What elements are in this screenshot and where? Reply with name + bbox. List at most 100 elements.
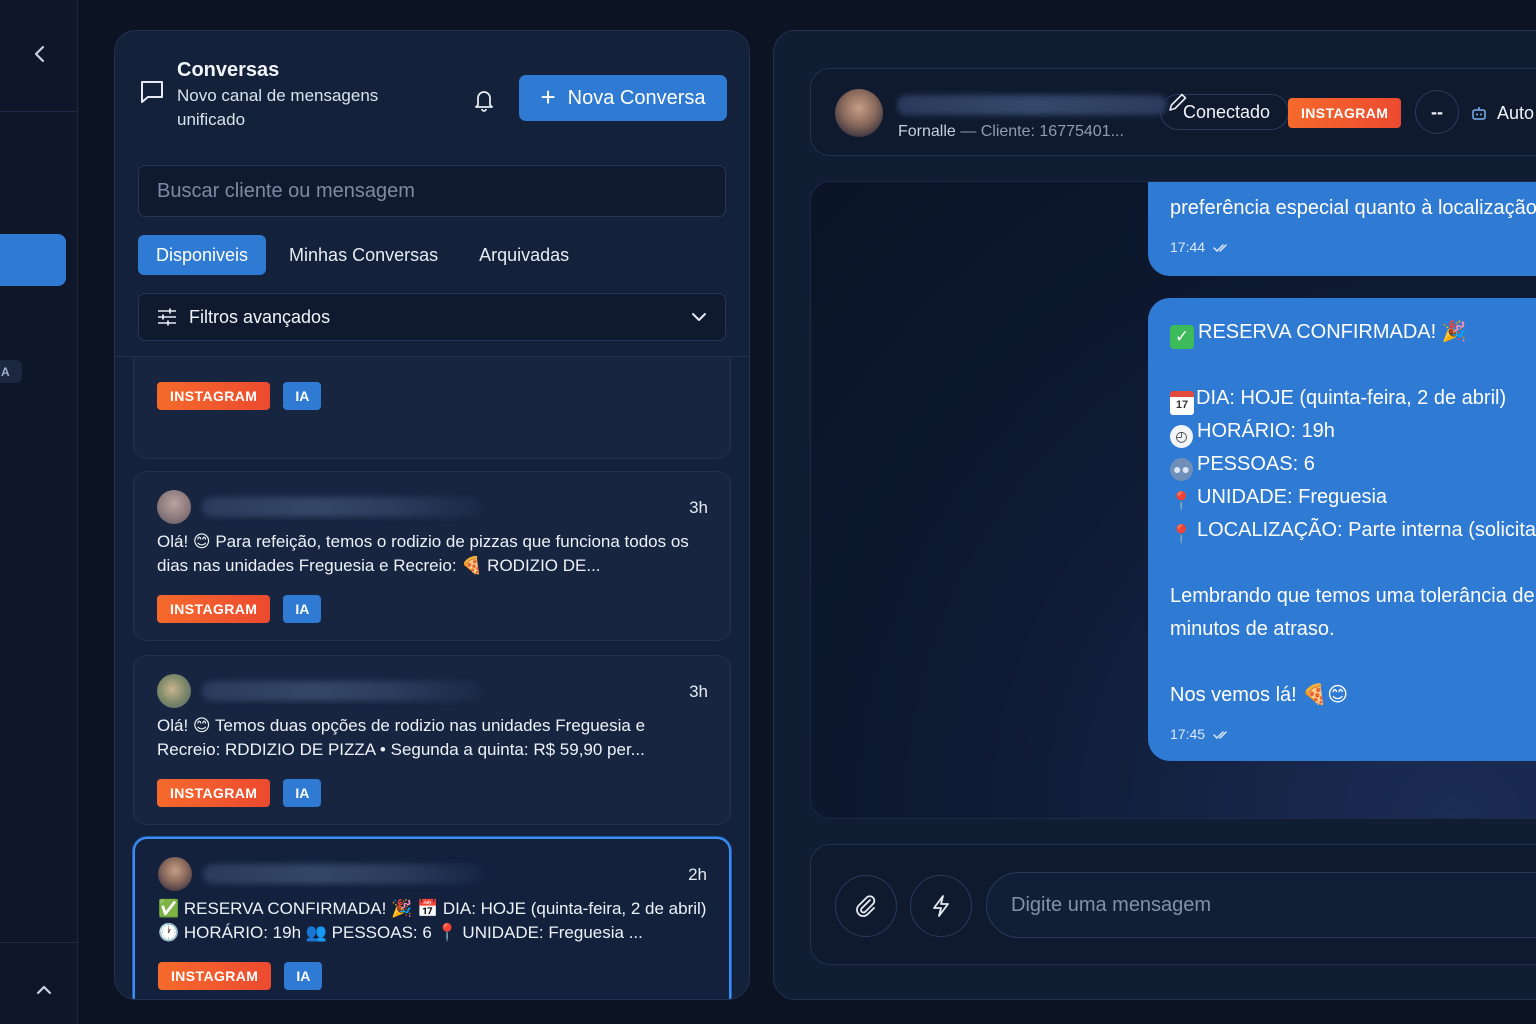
conversation-card[interactable]: 3h Olá! 😊 Temos duas opções de rodizio n… <box>133 655 731 825</box>
pin-emoji-icon: 📍 <box>1170 491 1193 511</box>
instagram-badge: INSTAGRAM <box>157 382 271 410</box>
reservation-reminder: Lembrando que temos uma tolerância de 15… <box>1170 585 1536 640</box>
card-badges: INSTAGRAM IA <box>157 595 322 623</box>
attach-button[interactable] <box>835 875 897 937</box>
instagram-badge: INSTAGRAM <box>1288 98 1402 128</box>
message-line: ✓ RESERVA CONFIRMADA! 🎉 <box>1170 316 1536 349</box>
conversation-card-selected[interactable]: 2h ✅ RESERVA CONFIRMADA! 🎉 📅 DIA: HOJE (… <box>133 837 731 999</box>
message-meta: 17:44 <box>1170 231 1536 264</box>
conversation-list: INSTAGRAM IA 3h Olá! 😊 Para refeição, te… <box>115 357 749 999</box>
calendar-emoji-icon: 17 <box>1170 391 1194 415</box>
card-badges: INSTAGRAM IA <box>158 962 323 990</box>
reservation-hour: HORÁRIO: 19h <box>1197 420 1335 442</box>
status-label: Conectado <box>1183 101 1271 122</box>
conversation-card[interactable]: 3h Olá! 😊 Para refeição, temos o rodizio… <box>133 471 731 641</box>
reservation-day: DIA: HOJE (quinta-feira, 2 de abril) <box>1196 387 1507 409</box>
conversation-card[interactable]: INSTAGRAM IA <box>133 357 731 459</box>
smile-emoji-icon: 😊 <box>1327 684 1349 706</box>
paperclip-icon <box>856 895 876 917</box>
reservation-location: LOCALIZAÇÃO: Parte interna (solicitado) <box>1197 519 1536 541</box>
message-text: preferência especial quanto à localizaçã… <box>1170 197 1536 219</box>
pencil-icon[interactable] <box>1167 91 1189 113</box>
message-line: ●● PESSOAS: 6 <box>1170 448 1536 481</box>
page-title: Conversas <box>177 59 280 81</box>
instagram-badge: INSTAGRAM <box>158 962 272 990</box>
chevron-up-icon <box>36 985 52 995</box>
chat-bubble-icon <box>141 81 163 103</box>
conversation-preview: ✅ RESERVA CONFIRMADA! 🎉 📅 DIA: HOJE (qui… <box>158 899 707 942</box>
tab-minhas-conversas[interactable]: Minhas Conversas <box>271 235 456 275</box>
double-check-icon <box>1213 730 1227 739</box>
rail-divider <box>0 942 78 943</box>
ai-badge: IA <box>283 382 322 410</box>
chevron-left-icon <box>34 45 45 63</box>
chevron-down-icon <box>692 313 706 321</box>
contact-subtitle: Fornalle — Cliente: 16775401... <box>898 123 1124 141</box>
plus-icon: + <box>540 82 556 112</box>
message-composer <box>810 844 1536 965</box>
conversation-tabs: Disponiveis Minhas Conversas Arquivadas <box>138 235 592 275</box>
chat-panel: Fornalle — Cliente: 16775401... Conectad… <box>773 30 1536 1000</box>
expand-menu-button[interactable] <box>30 976 58 1004</box>
pin-emoji-icon: 📍 <box>1170 524 1193 544</box>
instagram-badge: INSTAGRAM <box>157 779 271 807</box>
ai-badge: IA <box>283 595 322 623</box>
left-rail: A <box>0 0 78 1024</box>
conversation-preview: Olá! 😊 Para refeição, temos o rodizio de… <box>157 532 689 575</box>
message-line: ◴ HORÁRIO: 19h <box>1170 415 1536 448</box>
sidebar-mini-badge: A <box>0 360 22 383</box>
clock-emoji-icon: ◴ <box>1170 425 1193 448</box>
party-emoji-icon: 🎉 <box>1441 321 1467 343</box>
conversation-time: 3h <box>689 682 708 701</box>
auto-label: Auto <box>1497 102 1535 123</box>
contact-name-redacted <box>202 497 482 517</box>
avatar <box>158 857 192 891</box>
reservation-unit: UNIDADE: Freguesia <box>1197 486 1388 508</box>
message-line: Nos vemos lá! 🍕😊 <box>1170 679 1536 712</box>
card-badges: INSTAGRAM IA <box>157 779 322 807</box>
reservation-people: PESSOAS: 6 <box>1197 453 1315 475</box>
chat-header: Fornalle — Cliente: 16775401... Conectad… <box>810 68 1536 156</box>
options-button[interactable]: -- <box>1415 90 1459 134</box>
notifications-button[interactable] <box>469 85 499 115</box>
tab-arquivadas[interactable]: Arquivadas <box>461 235 587 275</box>
message-bubble: preferência especial quanto à localizaçã… <box>1148 182 1536 276</box>
panel-header: Conversas Novo canal de mensagens unific… <box>115 31 749 357</box>
card-badges: INSTAGRAM IA <box>157 382 322 410</box>
message-meta: 17:45 <box>1170 718 1536 751</box>
conversation-time: 2h <box>688 865 707 884</box>
pizza-emoji-icon: 🍕 <box>1302 684 1328 706</box>
conversations-panel: Conversas Novo canal de mensagens unific… <box>114 30 750 1000</box>
filters-label: Filtros avançados <box>189 306 331 327</box>
message-title: RESERVA CONFIRMADA! <box>1198 321 1437 343</box>
reservation-closing: Nos vemos lá! <box>1170 684 1297 706</box>
avatar <box>835 89 883 137</box>
bell-icon <box>475 91 493 112</box>
message-time: 17:44 <box>1170 239 1206 255</box>
message-line: 17 DIA: HOJE (quinta-feira, 2 de abril) <box>1170 382 1536 415</box>
ai-badge: IA <box>284 962 323 990</box>
page-subtitle: Novo canal de mensagens unificado <box>177 86 379 129</box>
tab-disponiveis[interactable]: Disponiveis <box>138 235 267 275</box>
contact-name-redacted <box>897 95 1167 115</box>
rail-divider <box>0 111 78 112</box>
conversation-time: 3h <box>689 498 708 517</box>
message-input[interactable] <box>986 872 1536 938</box>
new-conversation-button[interactable]: + Nova Conversa <box>519 75 727 121</box>
message-bubble: ✓ RESERVA CONFIRMADA! 🎉 17 DIA: HOJE (quin… <box>1148 298 1536 761</box>
search-input[interactable] <box>138 165 726 217</box>
message-thread: preferência especial quanto à localizaçã… <box>810 181 1536 819</box>
lightning-icon <box>933 895 949 917</box>
sliders-icon <box>158 308 176 326</box>
people-emoji-icon: ●● <box>1170 458 1193 481</box>
new-conversation-label: Nova Conversa <box>567 86 706 109</box>
sidebar-item-conversations[interactable] <box>0 234 66 286</box>
collapse-sidebar-button[interactable] <box>26 40 54 68</box>
message-line: 📍 LOCALIZAÇÃO: Parte interna (solicitado) <box>1170 514 1536 547</box>
double-check-icon <box>1213 243 1227 252</box>
quick-replies-button[interactable] <box>910 875 972 937</box>
auto-reply-toggle[interactable]: Auto <box>1471 98 1534 128</box>
advanced-filters-toggle[interactable]: Filtros avançados <box>138 293 726 341</box>
avatar <box>157 674 191 708</box>
contact-name-redacted <box>203 864 483 884</box>
